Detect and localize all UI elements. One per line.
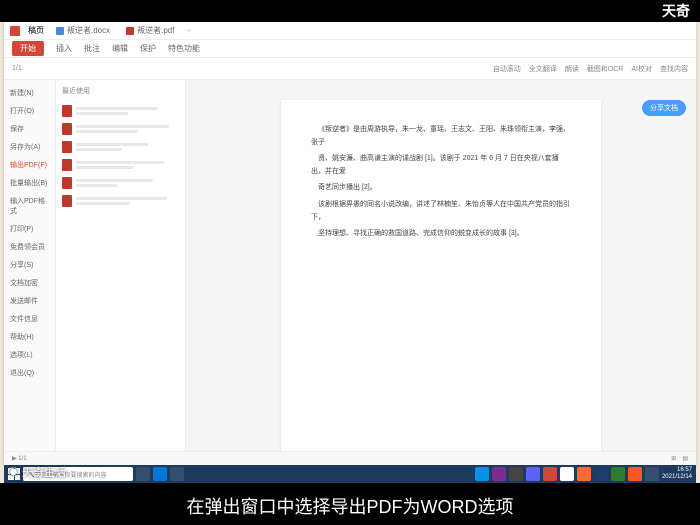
system-tray[interactable]: 16:57 2021/12/14: [662, 467, 692, 480]
file-menu-new[interactable]: 新建(N): [4, 84, 55, 102]
tool-scroll[interactable]: 自动滚动: [493, 64, 521, 74]
pdf-icon: [62, 141, 72, 153]
file-menu: 新建(N) 打开(O) 保存 另存为(A) 输出PDF(F) 批量输出(B) 输…: [4, 80, 56, 465]
file-menu-share[interactable]: 分享(S): [4, 256, 55, 274]
task-icon[interactable]: [509, 467, 523, 481]
video-subtitle: 在弹出窗口中选择导出PDF为WORD选项: [187, 493, 514, 519]
task-icon[interactable]: [645, 467, 659, 481]
tool-ai[interactable]: AI校对: [631, 64, 652, 74]
document-page: 《叛逆者》是由周游执导，朱一龙、童瑶、王志文、王阳、朱珠领衔主演，李强、张子 贤…: [281, 100, 601, 465]
app-name: 稿页: [28, 25, 44, 36]
ribbon: 开始 插入 批注 编辑 保护 特色功能: [4, 40, 696, 58]
app-icon: [10, 26, 20, 36]
task-icon[interactable]: [153, 467, 167, 481]
tab-docx[interactable]: 叛逆者.docx: [52, 25, 114, 36]
file-menu-export-pdf[interactable]: 输出PDF(F): [4, 156, 55, 174]
recent-item[interactable]: [62, 102, 179, 120]
task-icon[interactable]: [170, 467, 184, 481]
document-area[interactable]: 《叛逆者》是由周游执导，朱一龙、童瑶、王志文、王阳、朱珠领衔主演，李强、张子 贤…: [186, 80, 696, 465]
main-area: 新建(N) 打开(O) 保存 另存为(A) 输出PDF(F) 批量输出(B) 输…: [4, 80, 696, 465]
doc-text: 坚持理想、寻找正确的救国道路、完成信仰的蜕变成长的故事 [3]。: [311, 228, 571, 241]
doc-text: 贤、姚安濂、曲高谦主演的谍战剧 [1]。该剧于 2021 年 6 月 7 日在央…: [311, 153, 571, 178]
pdf-icon: [62, 123, 72, 135]
tool-translate[interactable]: 全文翻译: [529, 64, 557, 74]
recent-item[interactable]: [62, 120, 179, 138]
tab-add[interactable]: +: [186, 26, 191, 35]
watermark: ◉ 天奇生活: [8, 464, 66, 480]
ribbon-tab-protect[interactable]: 保护: [140, 43, 156, 54]
file-menu-save[interactable]: 保存: [4, 120, 55, 138]
doc-text: 《叛逆者》是由周游执导，朱一龙、童瑶、王志文、王阳、朱珠领衔主演，李强、张子: [311, 126, 570, 146]
pdf-icon: [62, 177, 72, 189]
recent-item[interactable]: [62, 192, 179, 210]
ribbon-tab-insert[interactable]: 插入: [56, 43, 72, 54]
task-icon[interactable]: [611, 467, 625, 481]
task-icon[interactable]: [136, 467, 150, 481]
task-icon[interactable]: [492, 467, 506, 481]
status-fit-icon[interactable]: ▤: [682, 455, 688, 462]
ribbon-tab-features[interactable]: 特色功能: [168, 43, 200, 54]
file-menu-saveas[interactable]: 另存为(A): [4, 138, 55, 156]
pdf-icon: [62, 105, 72, 117]
task-icon[interactable]: [628, 467, 642, 481]
file-menu-encrypt[interactable]: 文档加密: [4, 274, 55, 292]
doc-text: 奇艺同步播出 [2]。: [311, 182, 571, 195]
file-menu-free[interactable]: 免费领会员: [4, 238, 55, 256]
pdf-icon: [62, 159, 72, 171]
ribbon-tab-start[interactable]: 开始: [12, 41, 44, 56]
task-icon[interactable]: [577, 467, 591, 481]
file-menu-help[interactable]: 帮助(H): [4, 328, 55, 346]
task-icon[interactable]: [560, 467, 574, 481]
file-menu-email[interactable]: 发送邮件: [4, 292, 55, 310]
taskbar: 🔍在这里输入你要搜索的内容 16:57 2021/12/14: [4, 465, 696, 483]
file-menu-input-pdf[interactable]: 输入PDF格式: [4, 192, 55, 220]
tool-find[interactable]: 查找内容: [660, 64, 688, 74]
status-page: ▶ 1/1: [12, 455, 27, 462]
recent-item[interactable]: [62, 138, 179, 156]
status-zoom-icon[interactable]: ⊞: [671, 455, 676, 462]
file-menu-info[interactable]: 文件信息: [4, 310, 55, 328]
statusbar: ▶ 1/1 ⊞ ▤: [4, 451, 696, 465]
toolbar: 1/1 自动滚动 全文翻译 朗读 截图和OCR AI校对 查找内容: [4, 58, 696, 80]
task-icon[interactable]: [594, 467, 608, 481]
page-indicator: 1/1: [12, 65, 22, 72]
recent-panel: 最近使用: [56, 80, 186, 465]
tool-read[interactable]: 朗读: [565, 64, 579, 74]
app-window: 稿页 叛逆者.docx 叛逆者.pdf + 开始 插入 批注 编辑 保护 特色功…: [4, 22, 696, 465]
top-black-bar: 天奇: [0, 0, 700, 22]
file-menu-options[interactable]: 选项(L): [4, 346, 55, 364]
ribbon-tab-edit[interactable]: 编辑: [112, 43, 128, 54]
share-button[interactable]: 分享文档: [642, 100, 686, 116]
file-menu-batch[interactable]: 批量输出(B): [4, 174, 55, 192]
task-icon[interactable]: [475, 467, 489, 481]
pdf-icon: [62, 195, 72, 207]
recent-item[interactable]: [62, 156, 179, 174]
ribbon-tab-comment[interactable]: 批注: [84, 43, 100, 54]
file-menu-exit[interactable]: 退出(Q): [4, 364, 55, 382]
tab-pdf[interactable]: 叛逆者.pdf: [122, 25, 178, 36]
file-menu-open[interactable]: 打开(O): [4, 102, 55, 120]
tool-ocr[interactable]: 截图和OCR: [587, 64, 624, 74]
titlebar: 稿页 叛逆者.docx 叛逆者.pdf +: [4, 22, 696, 40]
recent-header: 最近使用: [62, 86, 179, 96]
doc-text: 该剧根据畀愚的同名小说改编，讲述了林楠笙、朱怡贞等人在中国共产党员的指引下，: [311, 199, 571, 224]
task-icon[interactable]: [543, 467, 557, 481]
recent-item[interactable]: [62, 174, 179, 192]
file-menu-print[interactable]: 打印(P): [4, 220, 55, 238]
task-icon[interactable]: [526, 467, 540, 481]
